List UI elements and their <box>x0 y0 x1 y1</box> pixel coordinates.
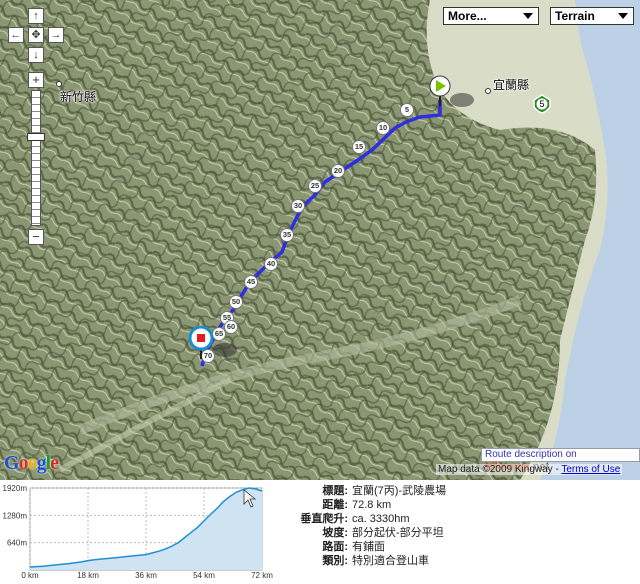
credit-text: Map data ©2009 Kingway - <box>438 464 562 475</box>
km-marker: 30 <box>291 199 305 213</box>
map-type-dropdown[interactable]: Terrain <box>550 7 634 25</box>
yilan-poi-dot <box>485 88 491 94</box>
end-marker-shadow <box>213 343 237 357</box>
yilan-label: 宜蘭縣 <box>493 78 530 92</box>
route-info-panel: 標題: 宜蘭(7丙)-武陵農場 距離: 72.8 km 垂直爬升: ca. 3330hm 坡… <box>298 484 448 568</box>
highway-shield-icon: 5 <box>533 94 551 114</box>
elevation-profile-chart: 1920m 1280m 640m 0 km 18 km 36 km 54 km 72 km <box>3 484 274 580</box>
info-row: 距離: 72.8 km <box>298 498 448 512</box>
km-marker: 60 <box>224 320 238 334</box>
info-row: 標題: 宜蘭(7丙)-武陵農場 <box>298 484 448 498</box>
pan-left-button[interactable]: ← <box>8 27 24 43</box>
hsinchu-poi-dot <box>56 81 62 87</box>
info-row: 坡度: 部分起伏-部分平坦 <box>298 526 448 540</box>
map-type-label: Terrain <box>555 9 595 23</box>
x-tick-label: 72 km <box>251 571 273 580</box>
route-overlay <box>200 93 474 367</box>
end-marker-icon[interactable] <box>188 326 214 360</box>
map-view[interactable]: 5 10 15 20 25 30 35 40 45 50 55 60 65 70 5 新竹縣 宜蘭縣 ↑ … <box>0 0 640 480</box>
km-marker: 35 <box>280 228 294 242</box>
info-key: 類別: <box>322 555 348 567</box>
chevron-down-icon <box>618 13 628 19</box>
highway-shield-number: 5 <box>539 99 544 109</box>
km-marker: 20 <box>331 164 345 178</box>
y-tick-label: 1920m <box>3 484 28 493</box>
info-value: 有鋪面 <box>352 541 385 553</box>
chevron-down-icon <box>523 13 533 19</box>
info-row: 類別: 特別適合登山車 <box>298 554 448 568</box>
more-layers-label: More... <box>448 9 487 23</box>
zoom-in-button[interactable]: + <box>28 72 44 88</box>
google-logo[interactable]: Google <box>4 452 59 475</box>
info-key: 距離: <box>322 499 348 511</box>
route-info-table: 標題: 宜蘭(7丙)-武陵農場 距離: 72.8 km 垂直爬升: ca. 3330hm 坡… <box>298 484 448 568</box>
info-key: 標題: <box>322 485 348 497</box>
km-marker: 10 <box>376 121 390 135</box>
y-tick-label: 640m <box>7 539 27 548</box>
route-description-prefix: Route description on <box>485 449 577 460</box>
more-layers-dropdown[interactable]: More... <box>443 7 539 25</box>
km-marker: 15 <box>352 140 366 154</box>
info-value: ca. 3330hm <box>352 513 410 525</box>
map-credit: Map data ©2009 Kingway - Terms of Use <box>436 464 623 475</box>
x-tick-label: 18 km <box>77 571 99 580</box>
x-tick-label: 54 km <box>193 571 215 580</box>
info-value: 72.8 km <box>352 499 392 511</box>
pan-right-button[interactable]: → <box>48 27 64 43</box>
km-marker: 40 <box>264 257 278 271</box>
km-marker: 50 <box>229 295 243 309</box>
x-tick-label: 36 km <box>135 571 157 580</box>
x-tick-label: 0 km <box>21 571 39 580</box>
start-marker-shadow <box>450 93 474 107</box>
pan-down-button[interactable]: ↓ <box>28 47 44 63</box>
y-tick-label: 1280m <box>3 511 28 520</box>
route-description-link[interactable]: Route description on bikemap.net <box>481 448 640 473</box>
zoom-slider-track[interactable] <box>31 90 41 226</box>
km-marker: 45 <box>244 275 258 289</box>
km-marker: 65 <box>212 327 226 341</box>
hsinchu-label: 新竹縣 <box>60 90 97 104</box>
start-marker-icon[interactable] <box>428 75 452 107</box>
info-value: 特別適合登山車 <box>352 555 429 567</box>
info-row: 垂直爬升: ca. 3330hm <box>298 512 448 526</box>
km-marker: 5 <box>400 103 414 117</box>
info-value: 部分起伏-部分平坦 <box>352 527 444 539</box>
info-key: 路面: <box>322 541 348 553</box>
terms-of-use-link[interactable]: Terms of Use <box>561 464 620 475</box>
info-key: 垂直爬升: <box>300 513 348 525</box>
pan-center-button[interactable]: ✥ <box>28 27 44 43</box>
zoom-out-button[interactable]: − <box>28 229 44 245</box>
km-marker: 25 <box>308 179 322 193</box>
zoom-slider-handle[interactable] <box>27 133 45 141</box>
info-value: 宜蘭(7丙)-武陵農場 <box>352 485 447 497</box>
info-key: 坡度: <box>322 527 348 539</box>
pan-up-button[interactable]: ↑ <box>28 8 44 24</box>
info-row: 路面: 有鋪面 <box>298 540 448 554</box>
